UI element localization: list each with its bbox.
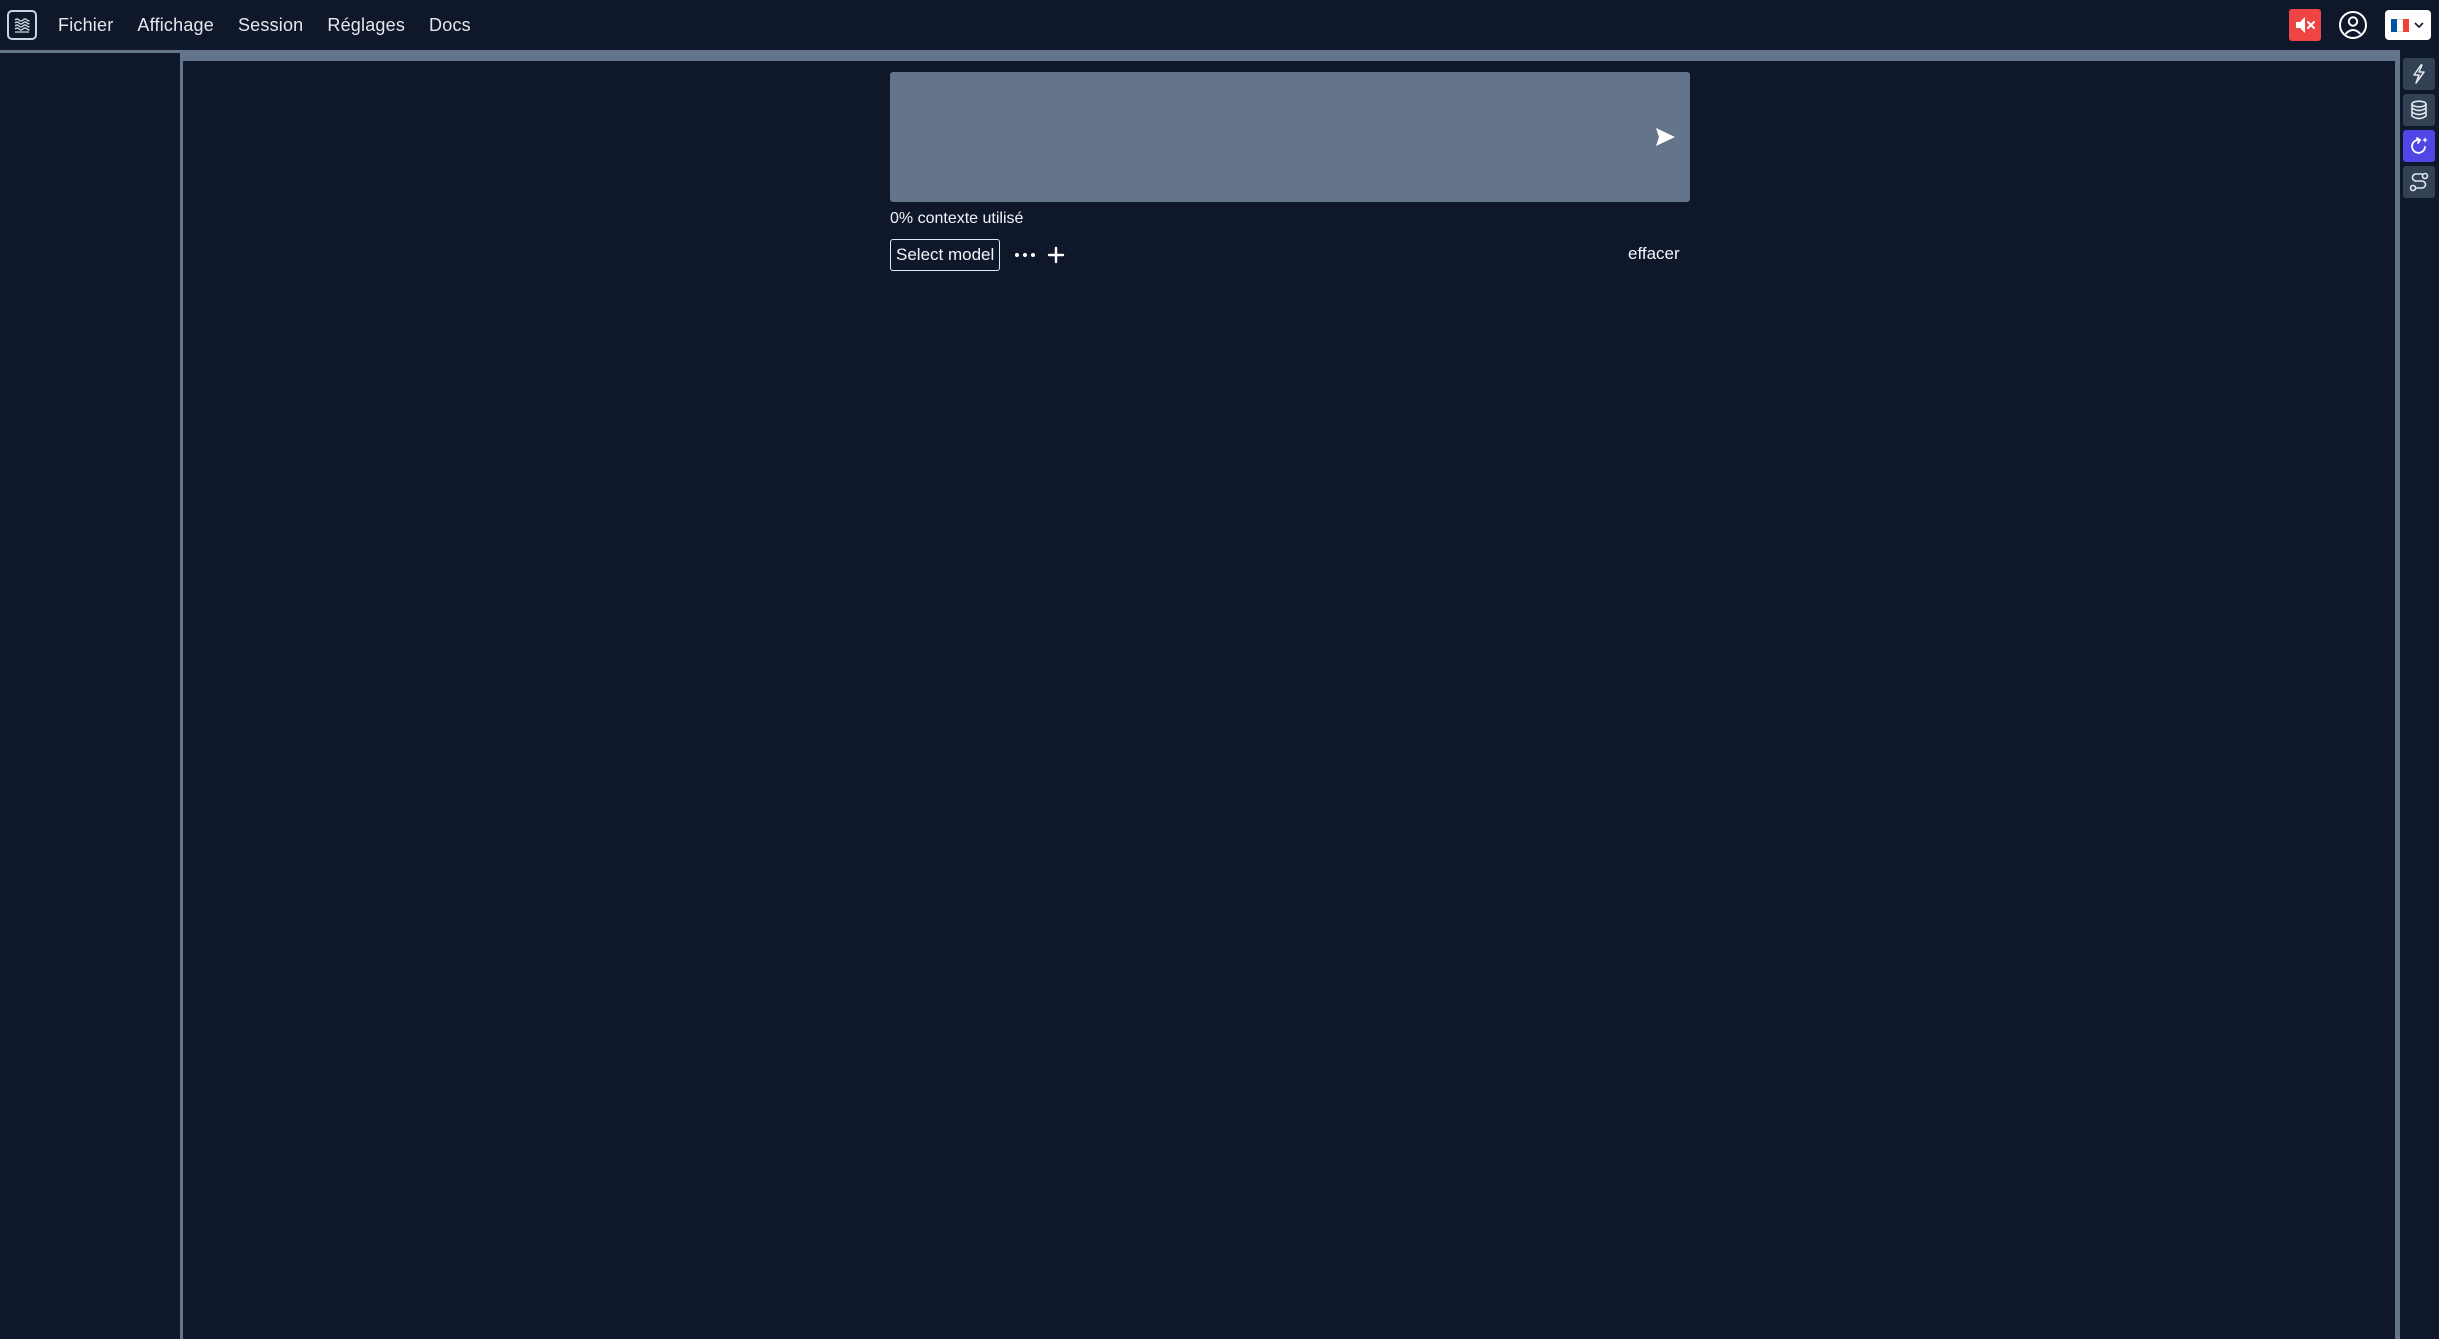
- chat-input-box: [890, 72, 1690, 202]
- menu-settings[interactable]: Réglages: [327, 15, 405, 36]
- language-selector[interactable]: [2385, 10, 2431, 40]
- speaker-muted-icon: [2296, 17, 2315, 33]
- right-toolbar: [2400, 53, 2439, 1339]
- chevron-down-icon: [2414, 22, 2424, 29]
- tool-button-refresh[interactable]: [2403, 130, 2435, 162]
- lightning-icon: [2413, 64, 2425, 84]
- user-circle-icon: [2339, 11, 2367, 39]
- plus-icon: [1047, 246, 1065, 264]
- menu-bar: Fichier Affichage Session Réglages Docs: [0, 0, 2439, 50]
- chat-input[interactable]: [890, 72, 1630, 202]
- france-flag-icon: [2391, 18, 2409, 32]
- send-icon: [1656, 128, 1675, 146]
- menu-view[interactable]: Affichage: [137, 15, 214, 36]
- add-button[interactable]: [1043, 242, 1069, 268]
- menu-session[interactable]: Session: [238, 15, 303, 36]
- clear-button[interactable]: effacer: [1628, 244, 1680, 264]
- left-sidebar: [0, 53, 180, 1339]
- model-select-button[interactable]: Select model: [890, 239, 1001, 271]
- route-icon: [2409, 172, 2429, 192]
- send-button[interactable]: [1650, 122, 1680, 152]
- more-options-button[interactable]: [1012, 242, 1038, 268]
- main-panel: [183, 53, 2395, 1339]
- app-logo-icon[interactable]: [7, 10, 37, 40]
- ellipsis-icon: [1015, 253, 1035, 257]
- tool-button-lightning[interactable]: [2403, 58, 2435, 90]
- tool-button-database[interactable]: [2403, 94, 2435, 126]
- refresh-sparkle-icon: [2411, 137, 2428, 154]
- database-icon: [2411, 100, 2427, 120]
- main-menu: Fichier Affichage Session Réglages Docs: [58, 0, 471, 50]
- menu-docs[interactable]: Docs: [429, 15, 471, 36]
- mute-button[interactable]: [2289, 9, 2321, 41]
- context-usage-text: 0% contexte utilisé: [890, 210, 1024, 227]
- tool-button-route[interactable]: [2403, 166, 2435, 198]
- menu-file[interactable]: Fichier: [58, 15, 113, 36]
- user-account-button[interactable]: [2337, 9, 2369, 41]
